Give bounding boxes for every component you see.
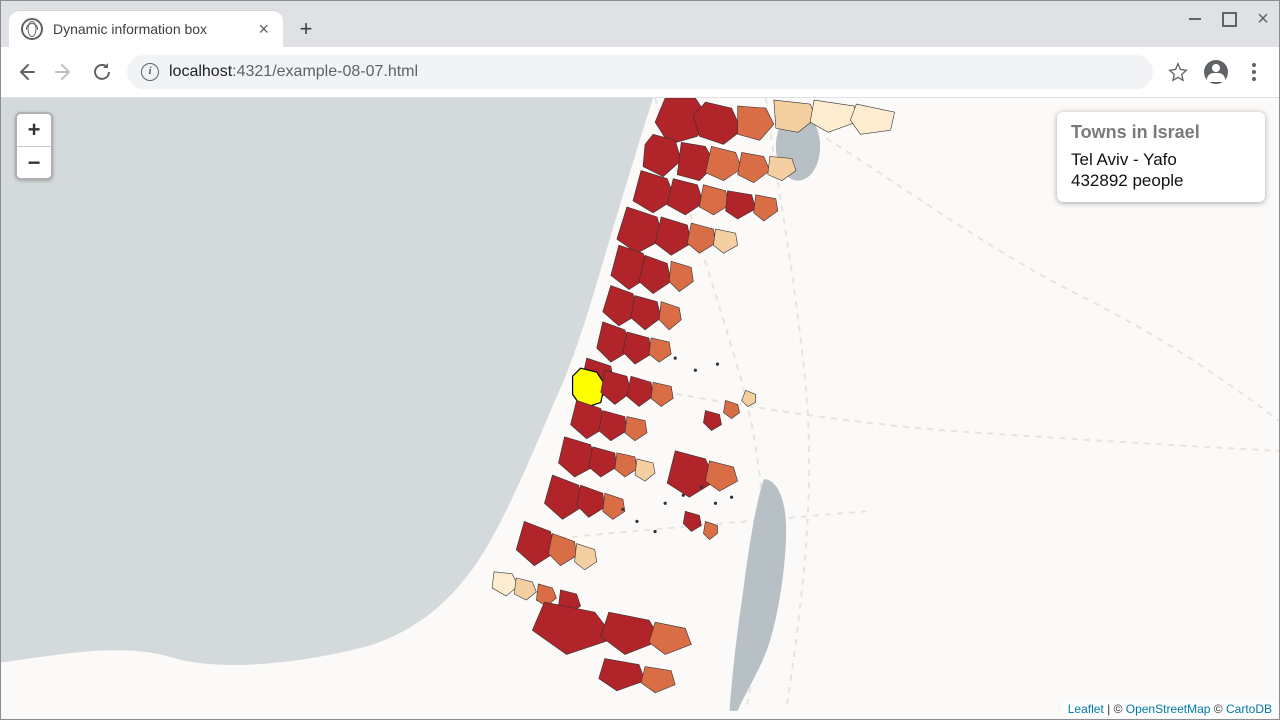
window-controls: × (1187, 9, 1271, 29)
info-population: 432892 people (1071, 170, 1251, 191)
avatar-icon (1204, 60, 1228, 84)
arrow-left-icon (16, 62, 36, 82)
reload-icon (92, 62, 112, 82)
kebab-icon (1252, 63, 1256, 81)
browser-tab[interactable]: Dynamic information box × (9, 11, 283, 47)
maximize-icon[interactable] (1221, 9, 1237, 29)
tab-strip: Dynamic information box × + × (1, 1, 1279, 47)
zoom-in-button[interactable]: + (17, 114, 51, 146)
zoom-control: + − (15, 112, 53, 180)
forward-button[interactable] (51, 59, 77, 85)
globe-icon (21, 18, 43, 40)
zoom-out-button[interactable]: − (17, 146, 51, 178)
osm-link[interactable]: OpenStreetMap (1126, 702, 1211, 716)
info-box: Towns in Israel Tel Aviv - Yafo 432892 p… (1057, 112, 1265, 202)
address-bar[interactable]: i localhost:4321/example-08-07.html (127, 55, 1153, 89)
map-attribution: Leaflet | © OpenStreetMap © CartoDB (1063, 701, 1277, 717)
new-tab-button[interactable]: + (291, 14, 321, 44)
star-icon (1168, 62, 1188, 82)
browser-window: Dynamic information box × + × i localhos… (0, 0, 1280, 720)
close-window-icon[interactable]: × (1255, 9, 1271, 29)
info-town-name: Tel Aviv - Yafo (1071, 149, 1251, 170)
site-info-icon[interactable]: i (141, 63, 159, 81)
page-viewport: + − Towns in Israel Tel Aviv - Yafo 4328… (1, 98, 1279, 719)
close-tab-icon[interactable]: × (256, 18, 271, 40)
url-text: localhost:4321/example-08-07.html (169, 63, 418, 81)
profile-button[interactable] (1203, 59, 1229, 85)
tab-title: Dynamic information box (53, 21, 246, 37)
leaflet-link[interactable]: Leaflet (1068, 702, 1104, 716)
info-heading: Towns in Israel (1071, 122, 1251, 143)
reload-button[interactable] (89, 59, 115, 85)
back-button[interactable] (13, 59, 39, 85)
menu-button[interactable] (1241, 59, 1267, 85)
bookmark-button[interactable] (1165, 59, 1191, 85)
browser-toolbar: i localhost:4321/example-08-07.html (1, 47, 1279, 98)
carto-link[interactable]: CartoDB (1226, 702, 1272, 716)
minimize-icon[interactable] (1187, 9, 1203, 29)
arrow-right-icon (54, 62, 74, 82)
